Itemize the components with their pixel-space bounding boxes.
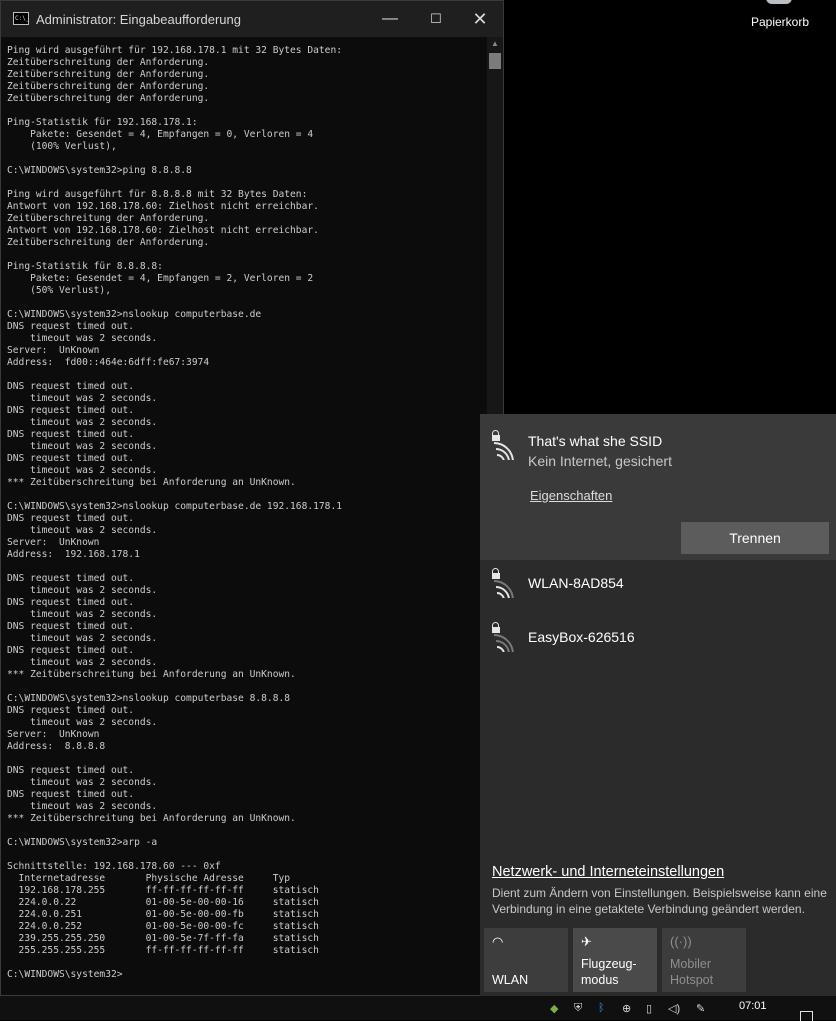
console-output[interactable]: Ping wird ausgeführt für 192.168.178.1 m… bbox=[7, 45, 485, 991]
cmd-app-icon[interactable]: C:\_ bbox=[13, 12, 29, 25]
pen-icon[interactable]: ✎ bbox=[696, 1002, 705, 1015]
usb-icon[interactable]: ▯ bbox=[646, 1002, 652, 1015]
wlan-toggle-tile[interactable]: ◠ WLAN bbox=[484, 928, 568, 992]
properties-link[interactable]: Eigenschaften bbox=[530, 488, 612, 503]
close-button[interactable]: ✕ bbox=[457, 1, 503, 37]
network-settings-description: Dient zum Ändern von Einstellungen. Beis… bbox=[492, 886, 827, 916]
airplane-tile-label: Flugzeug- modus bbox=[581, 957, 637, 987]
taskbar-clock[interactable]: 07:01 bbox=[739, 1000, 767, 1012]
cmd-window: C:\_ Administrator: Eingabeaufforderung … bbox=[0, 0, 504, 996]
cmd-title-bar[interactable]: C:\_ Administrator: Eingabeaufforderung … bbox=[1, 1, 503, 37]
taskbar: ◆ ⛨ ᛒ ⊕ ▯ ◁) ✎ bbox=[0, 996, 836, 1020]
maximize-button[interactable]: ☐ bbox=[413, 1, 459, 37]
connected-network[interactable]: That's what she SSID Kein Internet, gesi… bbox=[480, 414, 836, 560]
secured-wifi-icon bbox=[492, 568, 522, 598]
recycle-bin-icon bbox=[766, 0, 792, 4]
secured-wifi-icon bbox=[492, 622, 522, 652]
volume-icon[interactable]: ◁) bbox=[668, 1002, 680, 1015]
network-list-item[interactable]: EasyBox-626516 bbox=[480, 614, 836, 668]
recycle-bin[interactable]: Papierkorb bbox=[744, 0, 816, 34]
airplane-mode-tile[interactable]: ✈ Flugzeug- modus bbox=[573, 928, 657, 992]
hotspot-tile-label: Mobiler Hotspot bbox=[670, 957, 714, 987]
recycle-bin-label: Papierkorb bbox=[750, 15, 810, 29]
bluetooth-icon[interactable]: ᛒ bbox=[598, 1002, 605, 1014]
scroll-up-arrow-icon[interactable]: ▲ bbox=[487, 37, 503, 51]
wifi-icon: ◠ bbox=[492, 934, 504, 949]
network-list-item[interactable]: WLAN-8AD854 bbox=[480, 560, 836, 614]
connected-network-status: Kein Internet, gesichert bbox=[528, 453, 672, 469]
security-shield-icon[interactable]: ⛨ bbox=[574, 1002, 582, 1015]
nvidia-icon[interactable]: ◆ bbox=[550, 1002, 558, 1015]
scrollbar-thumb[interactable] bbox=[489, 53, 501, 69]
network-ssid: WLAN-8AD854 bbox=[528, 575, 624, 591]
minimize-button[interactable]: — bbox=[367, 1, 413, 37]
secured-wifi-icon bbox=[492, 430, 522, 460]
wlan-tile-label: WLAN bbox=[492, 973, 529, 987]
hotspot-icon: ((·)) bbox=[670, 934, 692, 949]
mobile-hotspot-tile[interactable]: ((·)) Mobiler Hotspot bbox=[662, 928, 746, 992]
network-flyout: That's what she SSID Kein Internet, gesi… bbox=[480, 414, 836, 996]
connected-network-ssid: That's what she SSID bbox=[528, 433, 663, 449]
cmd-window-title: Administrator: Eingabeaufforderung bbox=[36, 12, 241, 27]
disconnect-button[interactable]: Trennen bbox=[681, 522, 829, 554]
network-settings-link[interactable]: Netzwerk- und Interneteinstellungen bbox=[492, 864, 724, 880]
network-ssid: EasyBox-626516 bbox=[528, 629, 635, 645]
network-globe-icon[interactable]: ⊕ bbox=[622, 1002, 631, 1015]
airplane-icon: ✈ bbox=[581, 934, 592, 949]
